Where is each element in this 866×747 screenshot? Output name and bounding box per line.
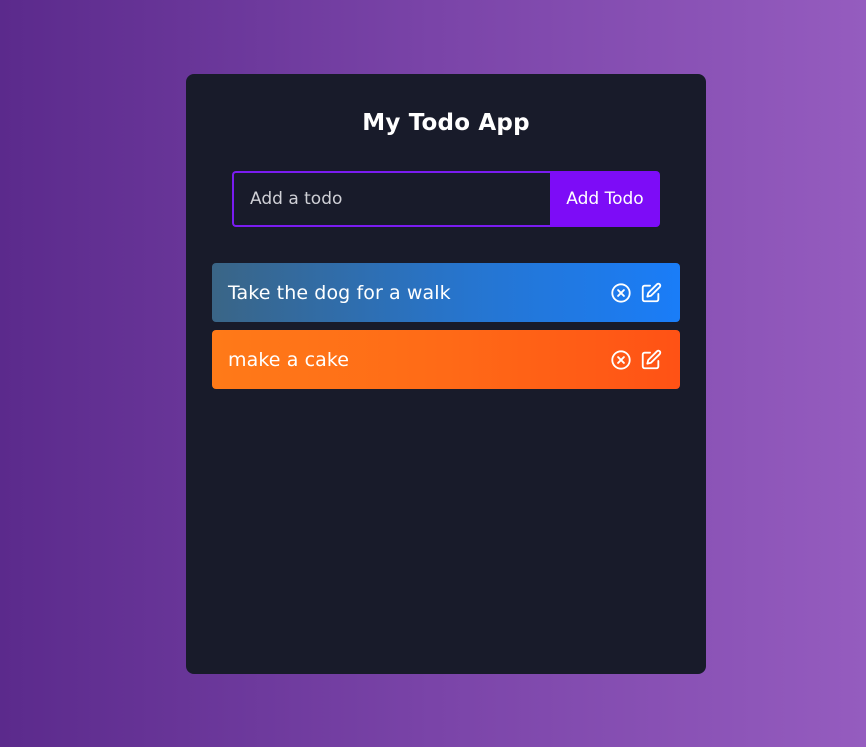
edit-icon[interactable] — [640, 282, 662, 304]
add-todo-button[interactable]: Add Todo — [550, 171, 660, 227]
todo-input[interactable] — [232, 171, 550, 227]
close-circle-icon[interactable] — [610, 349, 632, 371]
todo-item: Take the dog for a walk — [212, 263, 680, 322]
todo-list: Take the dog for a walk make a cake — [212, 263, 680, 397]
todo-item-actions — [610, 282, 662, 304]
todo-item-text[interactable]: make a cake — [228, 349, 349, 371]
todo-app-panel: My Todo App Add Todo Take the dog for a … — [186, 74, 706, 674]
edit-icon[interactable] — [640, 349, 662, 371]
todo-item-text[interactable]: Take the dog for a walk — [228, 282, 451, 304]
todo-form: Add Todo — [232, 171, 660, 227]
todo-item: make a cake — [212, 330, 680, 389]
todo-item-actions — [610, 349, 662, 371]
page-title: My Todo App — [362, 110, 530, 136]
close-circle-icon[interactable] — [610, 282, 632, 304]
